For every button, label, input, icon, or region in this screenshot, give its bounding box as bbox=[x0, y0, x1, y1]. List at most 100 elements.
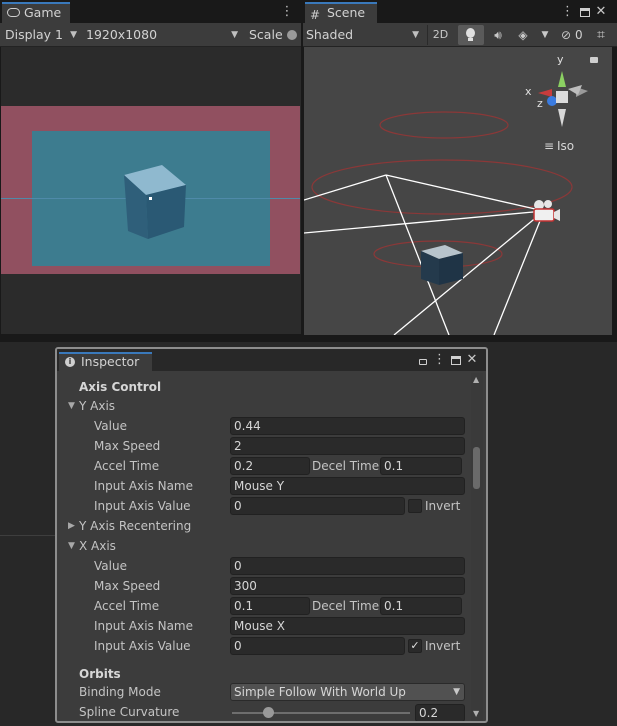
binding-mode-label: Binding Mode bbox=[79, 685, 161, 699]
binding-mode-dropdown[interactable]: Simple Follow With World Up ▼ bbox=[230, 683, 465, 701]
lighting-toggle[interactable] bbox=[458, 25, 484, 45]
toggle-2d-button[interactable]: 2D bbox=[427, 25, 453, 45]
x-max-speed-label: Max Speed bbox=[94, 579, 161, 593]
maximize-icon[interactable] bbox=[580, 8, 590, 17]
y-accel-time-label: Accel Time bbox=[94, 459, 160, 473]
scene-view-panel: # Scene ⋮ ✕ Shaded ▼ 2D 🔊︎ ◈ ▼ ⊘ 0 ⌗ y x… bbox=[303, 0, 617, 342]
spline-curvature-slider-track[interactable] bbox=[232, 712, 410, 714]
x-input-axis-value-field[interactable]: 0 bbox=[230, 637, 405, 655]
y-value-field[interactable]: 0.44 bbox=[230, 417, 465, 435]
target-dot bbox=[149, 197, 152, 200]
gizmo-z-label: z bbox=[537, 97, 543, 110]
checkmark-icon: ✓ bbox=[410, 639, 420, 652]
gizmo-y-label: y bbox=[557, 53, 564, 66]
x-invert-label: Invert bbox=[425, 639, 461, 653]
effects-icon[interactable]: ◈ bbox=[513, 25, 533, 45]
display-dropdown[interactable]: Display 1 ▼ bbox=[5, 24, 81, 46]
y-max-speed-field[interactable]: 2 bbox=[230, 437, 465, 455]
spline-curvature-field[interactable]: 0.2 bbox=[415, 704, 465, 721]
x-input-axis-name-field[interactable]: Mouse X bbox=[230, 617, 465, 635]
x-input-axis-value-label: Input Axis Value bbox=[94, 639, 191, 653]
binding-mode-value: Simple Follow With World Up bbox=[234, 685, 406, 699]
inspector-more-menu-icon[interactable]: ⋮ bbox=[433, 351, 446, 369]
gizmos-icon[interactable]: ⌗ bbox=[591, 25, 611, 45]
spline-curvature-slider-thumb[interactable] bbox=[262, 707, 274, 718]
x-input-axis-name-label: Input Axis Name bbox=[94, 619, 193, 633]
y-input-axis-name-field[interactable]: Mouse Y bbox=[230, 477, 465, 495]
scale-slider-thumb[interactable] bbox=[287, 30, 297, 40]
x-accel-time-label: Accel Time bbox=[94, 599, 160, 613]
audio-icon[interactable]: 🔊︎ bbox=[488, 25, 508, 45]
effects-chevron-down-icon[interactable]: ▼ bbox=[539, 25, 551, 45]
chevron-down-icon: ▼ bbox=[231, 30, 238, 40]
lock-icon[interactable] bbox=[590, 57, 598, 63]
game-more-menu-icon[interactable]: ⋮ bbox=[280, 3, 294, 21]
y-input-axis-value-label: Input Axis Value bbox=[94, 499, 191, 513]
y-decel-time-field[interactable]: 0.1 bbox=[380, 457, 462, 475]
projection-menu-icon[interactable]: ≡ bbox=[544, 139, 554, 153]
game-canvas[interactable] bbox=[1, 47, 301, 334]
projection-label[interactable]: Iso bbox=[557, 139, 574, 153]
scene-canvas[interactable]: y x z ≡ Iso bbox=[304, 47, 612, 335]
tab-inspector-label: Inspector bbox=[81, 354, 140, 369]
y-invert-checkbox[interactable] bbox=[408, 499, 422, 513]
hidden-objects-count: 0 bbox=[575, 28, 583, 42]
inspector-window: i Inspector ⋮ ✕ ▲ ▼ Axis Control ▼ Y Axi… bbox=[55, 347, 488, 723]
x-value-field[interactable]: 0 bbox=[230, 557, 465, 575]
camera-gizmo-icon[interactable] bbox=[531, 199, 561, 225]
left-divider-line bbox=[0, 535, 56, 536]
inspector-maximize-icon[interactable] bbox=[451, 356, 461, 365]
y-input-axis-value-field[interactable]: 0 bbox=[230, 497, 405, 515]
y-recentering-foldout[interactable]: Y Axis Recentering bbox=[79, 516, 191, 536]
scene-cube bbox=[421, 245, 463, 285]
close-icon[interactable]: ✕ bbox=[595, 3, 607, 21]
game-view-panel: Game ⋮ Display 1 ▼ 1920x1080 ▼ Scale bbox=[0, 0, 303, 342]
y-axis-foldout[interactable]: Y Axis bbox=[79, 396, 115, 416]
y-accel-time-field[interactable]: 0.2 bbox=[230, 457, 310, 475]
y-input-axis-name-label: Input Axis Name bbox=[94, 479, 193, 493]
display-dropdown-value: Display 1 bbox=[5, 27, 64, 42]
lightbulb-icon bbox=[466, 28, 475, 38]
inspector-scrollbar[interactable]: ▲ ▼ bbox=[471, 373, 483, 721]
spline-curvature-label: Spline Curvature bbox=[79, 705, 180, 719]
section-title-orbits: Orbits bbox=[79, 667, 121, 681]
chevron-down-icon: ▼ bbox=[412, 30, 419, 40]
grid-icon: # bbox=[310, 8, 321, 22]
x-invert-checkbox[interactable]: ✓ bbox=[408, 639, 422, 653]
gizmo-x-label: x bbox=[525, 85, 532, 98]
y-max-speed-label: Max Speed bbox=[94, 439, 161, 453]
x-accel-time-field[interactable]: 0.1 bbox=[230, 597, 310, 615]
inspector-lock-icon[interactable] bbox=[419, 359, 427, 365]
tab-game[interactable]: Game bbox=[2, 2, 70, 24]
scroll-up-arrow-icon[interactable]: ▲ bbox=[473, 375, 479, 384]
scene-more-menu-icon[interactable]: ⋮ bbox=[561, 3, 574, 21]
x-max-speed-field[interactable]: 300 bbox=[230, 577, 465, 595]
hidden-objects-icon[interactable]: ⊘ bbox=[557, 25, 575, 45]
scrollbar-thumb[interactable] bbox=[473, 447, 480, 489]
y-axis-foldout-arrow-icon[interactable]: ▼ bbox=[68, 396, 75, 416]
x-decel-time-field[interactable]: 0.1 bbox=[380, 597, 462, 615]
resolution-dropdown[interactable]: 1920x1080 ▼ bbox=[86, 24, 242, 46]
x-value-label: Value bbox=[94, 559, 127, 573]
chevron-down-icon: ▼ bbox=[453, 687, 460, 697]
x-decel-time-label: Decel Time bbox=[312, 599, 380, 613]
lightbulb-base bbox=[468, 38, 473, 41]
tab-scene[interactable]: # Scene bbox=[305, 2, 377, 24]
cube-object bbox=[124, 165, 186, 239]
section-title-axis-control: Axis Control bbox=[79, 380, 162, 394]
x-axis-foldout[interactable]: X Axis bbox=[79, 536, 116, 556]
shading-dropdown[interactable]: Shaded ▼ bbox=[306, 24, 423, 46]
scroll-down-arrow-icon[interactable]: ▼ bbox=[473, 709, 479, 718]
y-decel-time-label: Decel Time bbox=[312, 459, 380, 473]
tab-inspector[interactable]: i Inspector bbox=[59, 352, 152, 371]
y-invert-label: Invert bbox=[425, 499, 461, 513]
tab-scene-label: Scene bbox=[327, 5, 366, 20]
y-recentering-foldout-arrow-icon[interactable]: ▶ bbox=[68, 516, 75, 536]
info-icon: i bbox=[65, 357, 75, 367]
gamepad-icon bbox=[7, 8, 20, 17]
tab-game-label: Game bbox=[24, 5, 62, 20]
scale-label: Scale bbox=[249, 27, 283, 42]
x-axis-foldout-arrow-icon[interactable]: ▼ bbox=[68, 536, 75, 556]
chevron-down-icon: ▼ bbox=[70, 30, 77, 40]
inspector-close-icon[interactable]: ✕ bbox=[466, 351, 478, 369]
